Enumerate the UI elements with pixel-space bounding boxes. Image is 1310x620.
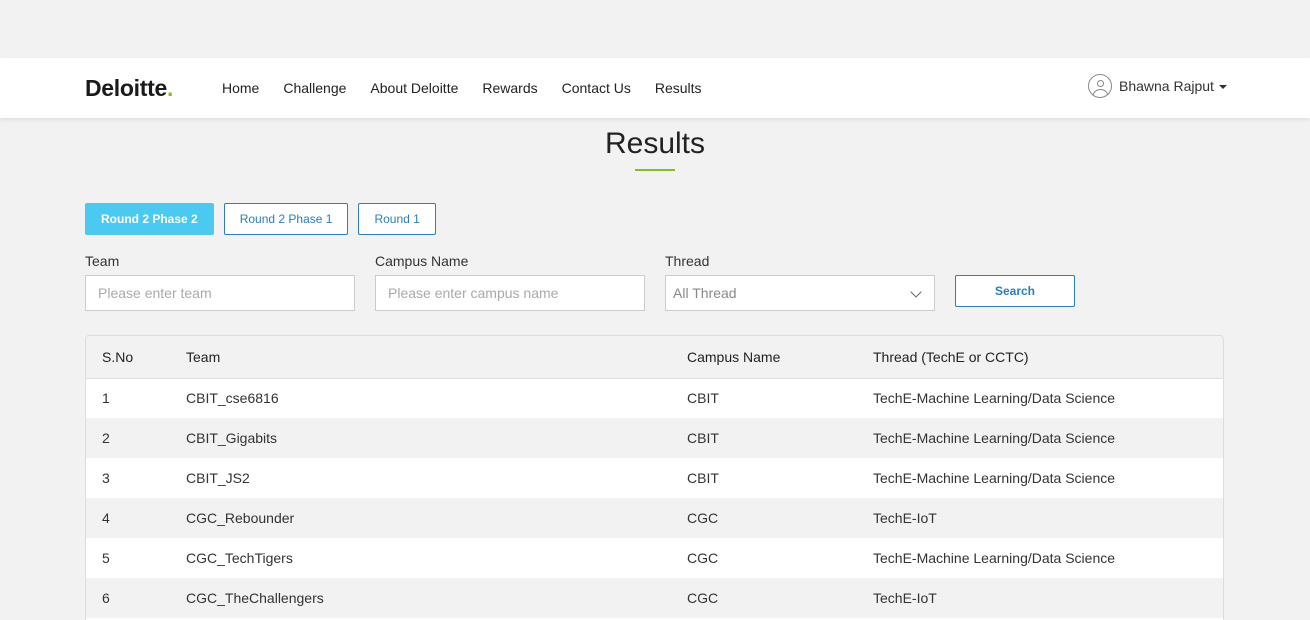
thread-selected-value: All Thread <box>673 285 737 301</box>
nav-rewards[interactable]: Rewards <box>482 58 537 118</box>
tab-round-2-phase-1[interactable]: Round 2 Phase 1 <box>223 203 349 235</box>
top-navbar: Deloitte. Home Challenge About Deloitte … <box>0 58 1310 118</box>
cell-campus: CGC <box>687 550 719 566</box>
header-campus-name[interactable]: Campus Name <box>687 336 873 378</box>
campus-input[interactable] <box>375 275 645 311</box>
table-row: 2 CBIT_Gigabits CBIT TechE-Machine Learn… <box>86 418 1223 458</box>
cell-thread: TechE-IoT <box>873 510 937 526</box>
title-underline <box>635 169 675 171</box>
cell-team: CBIT_cse6816 <box>186 390 279 407</box>
cell-team: CBIT_JS2 <box>186 470 250 486</box>
cell-sno: 1 <box>102 390 110 407</box>
cell-sno: 6 <box>102 590 110 606</box>
cell-thread: TechE-Machine Learning/Data Science <box>873 470 1116 486</box>
table-header-row: S.No Team Campus Name Thread (TechE or C… <box>86 336 1223 378</box>
chevron-down-icon <box>910 286 922 298</box>
cell-team: CGC_TechTigers <box>186 550 293 566</box>
logo-dot: . <box>166 75 174 101</box>
user-menu[interactable]: Bhawna Rajput <box>1088 74 1227 98</box>
caret-down-icon <box>1218 85 1227 89</box>
cell-campus: CBIT <box>687 390 719 407</box>
cell-sno: 5 <box>102 550 110 566</box>
cell-team: CGC_TheChallengers <box>186 590 324 606</box>
table-row: 5 CGC_TechTigers CGC TechE-Machine Learn… <box>86 538 1223 578</box>
team-label: Team <box>85 253 120 269</box>
cell-thread: TechE-IoT <box>873 590 937 606</box>
cell-team: CGC_Rebounder <box>186 510 295 526</box>
tab-round-1[interactable]: Round 1 <box>358 203 436 235</box>
main-nav: Home Challenge About Deloitte Rewards Co… <box>222 58 726 118</box>
nav-about-deloitte[interactable]: About Deloitte <box>370 58 458 118</box>
cell-campus: CBIT <box>687 430 719 446</box>
nav-home[interactable]: Home <box>222 58 259 118</box>
cell-campus: CBIT <box>687 470 719 486</box>
cell-team: CBIT_Gigabits <box>186 430 278 446</box>
round-tabs: Round 2 Phase 2 Round 2 Phase 1 Round 1 <box>85 203 446 235</box>
cell-sno: 3 <box>102 470 110 486</box>
thread-label: Thread <box>665 253 710 269</box>
user-avatar-icon <box>1088 74 1112 98</box>
header-thread[interactable]: Thread (TechE or CCTC) <box>873 336 1223 378</box>
results-table: S.No Team Campus Name Thread (TechE or C… <box>85 335 1224 620</box>
user-name: Bhawna Rajput <box>1119 78 1214 94</box>
header-team[interactable]: Team <box>186 336 687 378</box>
cell-campus: CGC <box>687 590 719 606</box>
nav-results[interactable]: Results <box>655 58 702 118</box>
cell-thread: TechE-Machine Learning/Data Science <box>873 390 1116 407</box>
cell-thread: TechE-Machine Learning/Data Science <box>873 550 1116 566</box>
logo-text: Deloitte <box>85 75 167 101</box>
tab-round-2-phase-2[interactable]: Round 2 Phase 2 <box>85 203 214 235</box>
campus-label: Campus Name <box>375 253 469 269</box>
table-row: 6 CGC_TheChallengers CGC TechE-IoT <box>86 578 1223 618</box>
table-row: 4 CGC_Rebounder CGC TechE-IoT <box>86 498 1223 538</box>
cell-sno: 2 <box>102 430 110 446</box>
cell-sno: 4 <box>102 510 110 526</box>
page-title: Results <box>604 127 706 160</box>
thread-select[interactable]: All Thread <box>665 275 935 311</box>
search-button[interactable]: Search <box>955 275 1075 307</box>
cell-thread: TechE-Machine Learning/Data Science <box>873 430 1116 446</box>
table-row: 1 CBIT_cse6816 CBIT TechE-Machine Learni… <box>86 378 1223 418</box>
table-row: 3 CBIT_JS2 CBIT TechE-Machine Learning/D… <box>86 458 1223 498</box>
team-input[interactable] <box>85 275 355 311</box>
deloitte-logo[interactable]: Deloitte. <box>85 75 173 101</box>
cell-campus: CGC <box>687 510 719 526</box>
header-sno[interactable]: S.No <box>86 336 186 378</box>
nav-challenge[interactable]: Challenge <box>283 58 346 118</box>
nav-contact-us[interactable]: Contact Us <box>562 58 631 118</box>
